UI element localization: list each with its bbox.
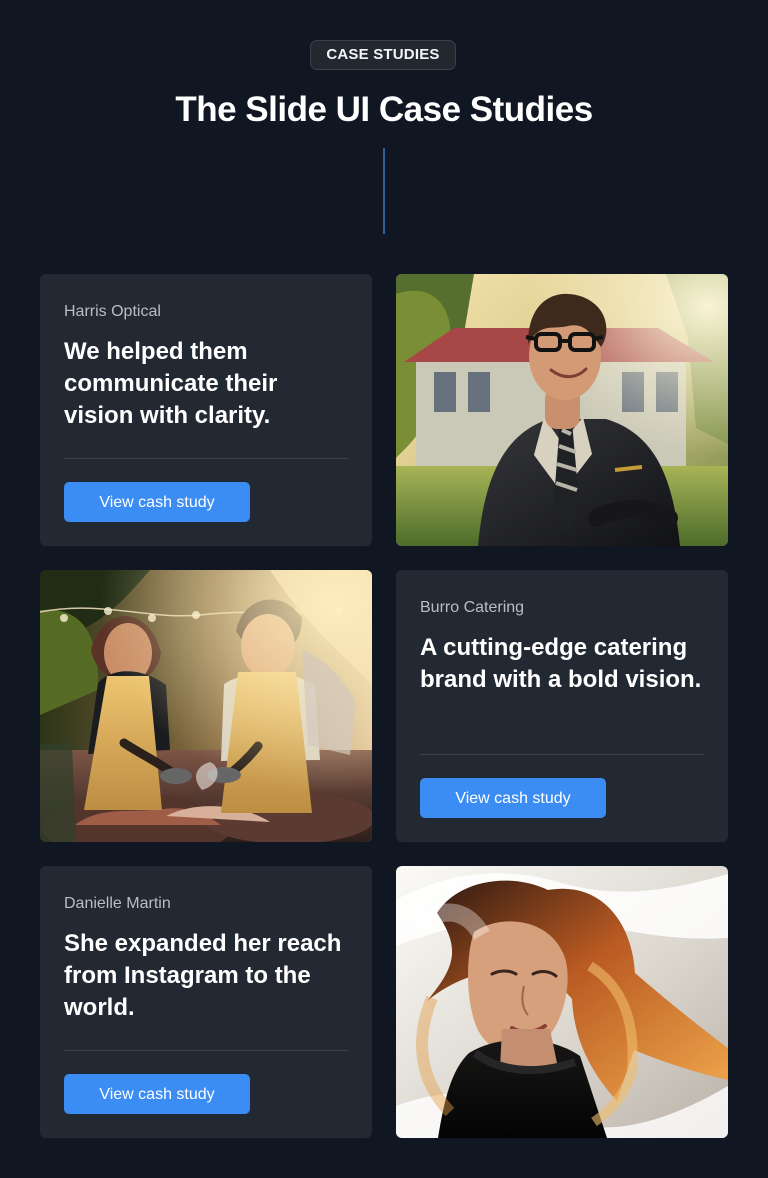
page-header: CASE STUDIES The Slide UI Case Studies: [0, 0, 768, 240]
case-headline: A cutting-edge catering brand with a bol…: [420, 634, 702, 693]
case-card-burro-catering: Burro Catering A cutting-edge catering b…: [396, 570, 728, 842]
view-case-study-button[interactable]: View cash study: [420, 778, 606, 818]
catering-couple-photo: [40, 570, 372, 842]
case-company-name: Danielle Martin: [64, 895, 171, 912]
card-divider: [64, 458, 348, 459]
page-title: The Slide UI Case Studies: [175, 90, 593, 129]
case-headline: We helped them communicate their vision …: [64, 338, 278, 429]
case-headline: She expanded her reach from Instagram to…: [64, 930, 342, 1021]
case-card-danielle-martin: Danielle Martin She expanded her reach f…: [40, 866, 372, 1138]
card-divider: [420, 754, 704, 755]
header-divider: [383, 148, 385, 234]
woman-portrait-photo: [396, 866, 728, 1138]
view-case-study-button[interactable]: View cash study: [64, 482, 250, 522]
case-company-name: Harris Optical: [64, 303, 161, 320]
case-studies-badge: CASE STUDIES: [310, 40, 456, 70]
view-case-study-button[interactable]: View cash study: [64, 1074, 250, 1114]
man-glasses-photo: [396, 274, 728, 546]
case-card-harris-optical: Harris Optical We helped them communicat…: [40, 274, 372, 546]
card-divider: [64, 1050, 348, 1051]
case-company-name: Burro Catering: [420, 599, 525, 616]
